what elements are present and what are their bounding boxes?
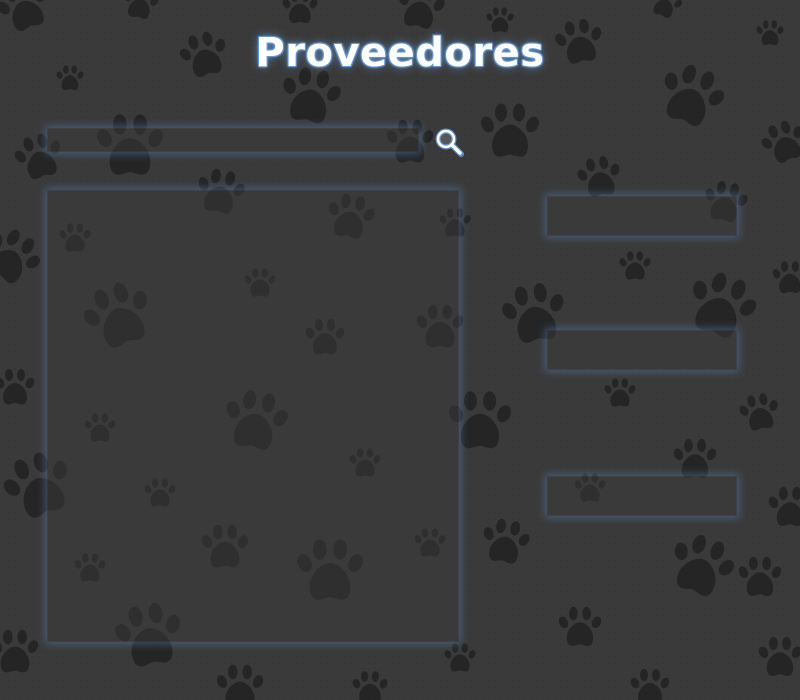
magnifier-icon[interactable] — [432, 125, 466, 159]
search-input[interactable] — [47, 128, 419, 152]
page-title: Proveedores — [255, 30, 545, 76]
field-2-input[interactable] — [547, 330, 737, 370]
field-3-input[interactable] — [547, 476, 737, 516]
field-1-input[interactable] — [547, 196, 737, 236]
supplier-list[interactable] — [47, 190, 459, 642]
